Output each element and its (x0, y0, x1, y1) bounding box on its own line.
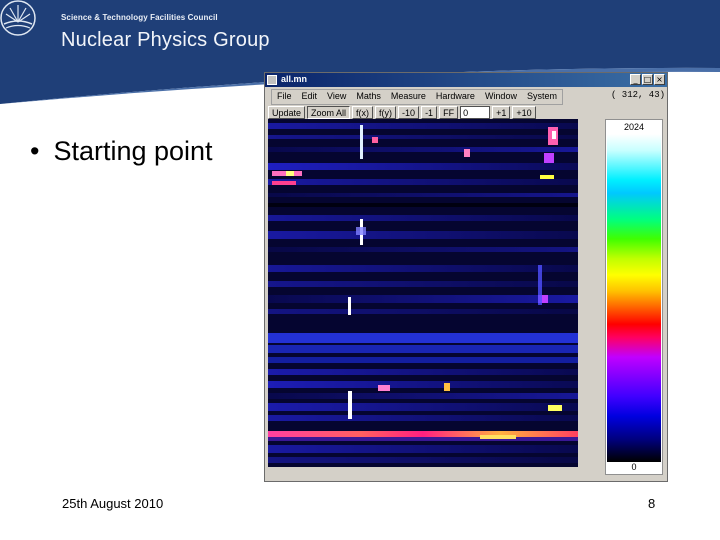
update-button[interactable]: Update (268, 105, 306, 119)
window-controls: _ □ × (630, 74, 665, 85)
page-number: 8 (648, 496, 656, 511)
color-scale: 2024 0 (605, 119, 663, 475)
footer-date: 25th August 2010 (62, 496, 164, 511)
menu-edit[interactable]: Edit (297, 90, 323, 103)
frame-input[interactable]: 0 (460, 105, 491, 119)
menu-hardware[interactable]: Hardware (431, 90, 480, 103)
bullet-text: Starting point (53, 136, 213, 166)
window-title: all.mn (281, 74, 308, 84)
zoom-all-button[interactable]: Zoom All (307, 105, 351, 119)
scale-max-label: 2024 (623, 122, 645, 132)
menu-system[interactable]: System (522, 90, 562, 103)
plus-1-button[interactable]: +1 (492, 105, 511, 119)
menu-file[interactable]: File (272, 90, 297, 103)
group-name: Nuclear Physics Group (61, 29, 270, 51)
bullet-dot: • (30, 136, 40, 166)
menu-bar: File Edit View Maths Measure Hardware Wi… (271, 89, 563, 105)
stfc-logo-icon (0, 0, 36, 36)
cursor-coordinates: ( 312, 43) (611, 90, 666, 100)
menu-maths[interactable]: Maths (351, 90, 386, 103)
toolbar: Update Zoom All f(x) f(y) -10 -1 FF 0 +1… (268, 105, 536, 119)
menu-view[interactable]: View (322, 90, 351, 103)
plus-10-button[interactable]: +10 (512, 105, 536, 119)
fy-button[interactable]: f(y) (375, 105, 397, 119)
spectrum-heatmap (268, 119, 578, 467)
maximize-button[interactable]: □ (642, 74, 653, 85)
ff-label: FF (439, 105, 459, 119)
minus-10-button[interactable]: -10 (398, 105, 420, 119)
spectrum-image[interactable] (268, 119, 578, 467)
menu-window[interactable]: Window (480, 90, 522, 103)
app-window: all.mn _ □ × File Edit View Maths Measur… (264, 72, 668, 482)
council-name: Science & Technology Facilities Council (61, 13, 218, 22)
close-button[interactable]: × (654, 74, 665, 85)
scale-min-label: 0 (631, 462, 637, 472)
window-titlebar[interactable]: all.mn _ □ × (265, 73, 667, 87)
minimize-button[interactable]: _ (630, 74, 641, 85)
menu-measure[interactable]: Measure (386, 90, 431, 103)
fx-button[interactable]: f(x) (352, 105, 374, 119)
bullet-line: • Starting point (30, 136, 213, 167)
window-app-icon[interactable] (267, 75, 277, 85)
minus-1-button[interactable]: -1 (421, 105, 438, 119)
color-scale-bar (607, 134, 661, 462)
